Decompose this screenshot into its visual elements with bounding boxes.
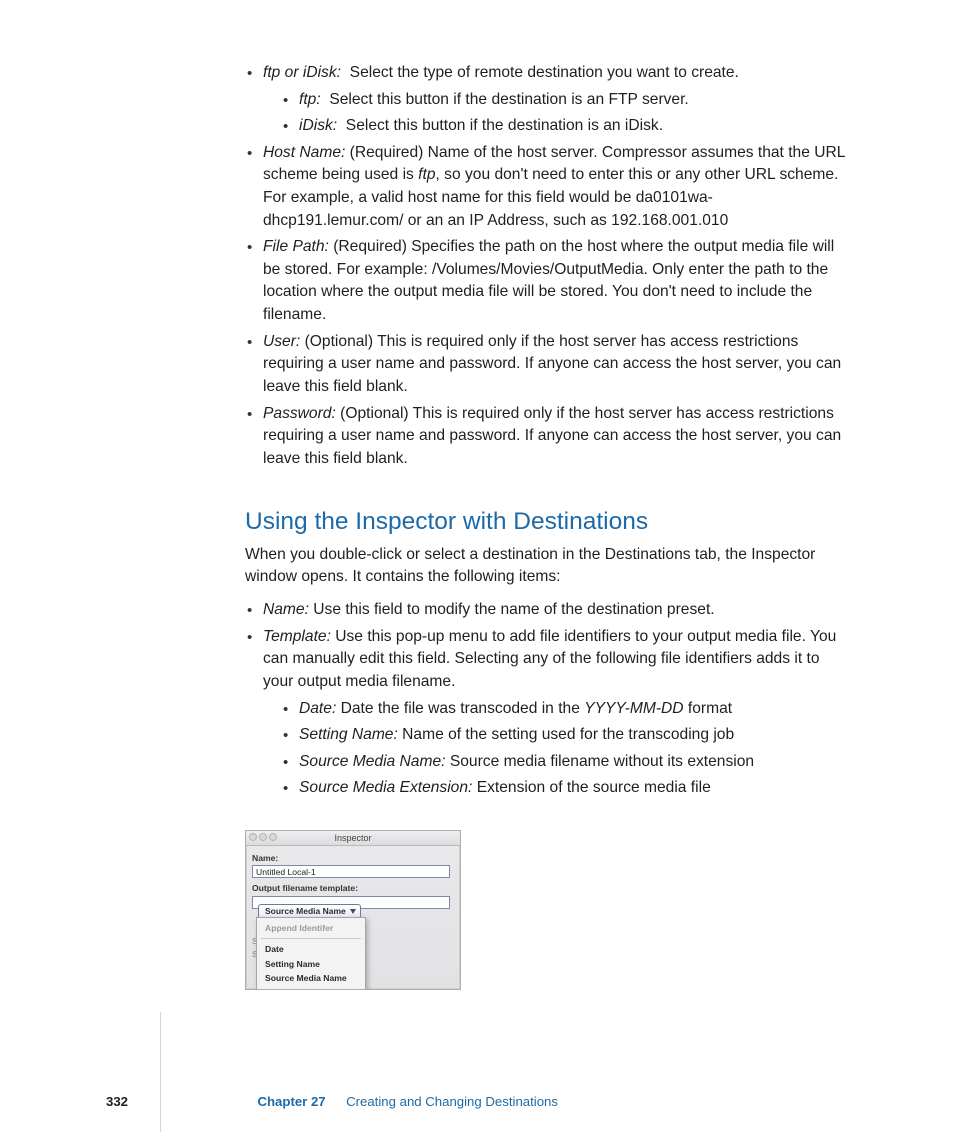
term: Source Media Name: xyxy=(299,753,445,770)
list-item: iDisk: Select this button if the destina… xyxy=(281,115,849,138)
term: ftp: xyxy=(299,91,321,108)
section-heading: Using the Inspector with Destinations xyxy=(245,504,849,540)
term: ftp or iDisk: xyxy=(263,64,341,81)
close-icon[interactable] xyxy=(249,833,257,841)
list-item: File Path: (Required) Specifies the path… xyxy=(245,236,849,326)
list-item: Host Name: (Required) Name of the host s… xyxy=(245,142,849,232)
window-title: Inspector xyxy=(334,833,371,843)
term: Name: xyxy=(263,601,309,618)
list-item: Password: (Optional) This is required on… xyxy=(245,403,849,471)
menu-item-append: Append Identifer xyxy=(257,921,365,935)
body-text: (Optional) This is required only if the … xyxy=(263,405,841,467)
body-text: format xyxy=(684,700,733,717)
name-field[interactable]: Untitled Local-1 xyxy=(252,865,450,878)
body-text: Date the file was transcoded in the xyxy=(341,700,585,717)
body-text: Select this button if the destination is… xyxy=(346,117,663,134)
italic-inline: YYYY-MM-DD xyxy=(584,700,683,717)
inspector-titlebar: Inspector xyxy=(246,831,460,846)
list-item: Setting Name: Name of the setting used f… xyxy=(281,724,849,747)
list-item: Name: Use this field to modify the name … xyxy=(245,599,849,622)
body-text: (Required) Specifies the path on the hos… xyxy=(263,238,834,323)
body-text: Select the type of remote destination yo… xyxy=(350,64,739,81)
body-text: Source media filename without its extens… xyxy=(450,753,754,770)
menu-item-source-media-extension[interactable]: Source Media Extension xyxy=(257,986,365,990)
italic-inline: ftp xyxy=(418,166,435,183)
menu-item-source-media-name[interactable]: Source Media Name xyxy=(257,971,365,985)
footer-rule xyxy=(160,1012,161,1132)
template-label: Output filename template: xyxy=(252,882,454,894)
term: Host Name: xyxy=(263,144,345,161)
name-label: Name: xyxy=(252,852,454,864)
term: Password: xyxy=(263,405,336,422)
zoom-icon[interactable] xyxy=(269,833,277,841)
page-footer: 332 Chapter 27 Creating and Changing Des… xyxy=(106,1093,558,1111)
nested-list: Date: Date the file was transcoded in th… xyxy=(281,698,849,800)
term: File Path: xyxy=(263,238,329,255)
window-controls[interactable] xyxy=(249,833,277,841)
list-item: ftp or iDisk: Select the type of remote … xyxy=(245,62,849,138)
body-text: Name of the setting used for the transco… xyxy=(402,726,734,743)
menu-item-date[interactable]: Date xyxy=(257,942,365,956)
term: iDisk: xyxy=(299,117,337,134)
menu-separator xyxy=(261,938,361,939)
body-text: (Optional) This is required only if the … xyxy=(263,333,841,395)
term: Setting Name: xyxy=(299,726,398,743)
list-item: Date: Date the file was transcoded in th… xyxy=(281,698,849,721)
term: User: xyxy=(263,333,300,350)
nested-list: ftp: Select this button if the destinati… xyxy=(281,89,849,138)
intro-paragraph: When you double-click or select a destin… xyxy=(245,544,849,589)
list-item: Source Media Extension: Extension of the… xyxy=(281,777,849,800)
inspector-window: Inspector Name: Untitled Local-1 Output … xyxy=(245,830,461,990)
identifier-menu[interactable]: Append Identifer Date Setting Name Sourc… xyxy=(256,917,366,990)
list-item: User: (Optional) This is required only i… xyxy=(245,331,849,399)
chapter-number: Chapter 27 xyxy=(257,1094,325,1109)
page-number: 332 xyxy=(106,1094,128,1109)
term: Source Media Extension: xyxy=(299,779,472,796)
menu-item-setting-name[interactable]: Setting Name xyxy=(257,957,365,971)
body-text: Select this button if the destination is… xyxy=(329,91,688,108)
chapter-title: Creating and Changing Destinations xyxy=(346,1094,558,1109)
bullet-list-1: ftp or iDisk: Select the type of remote … xyxy=(245,62,849,470)
body-text: Extension of the source media file xyxy=(477,779,711,796)
list-item: ftp: Select this button if the destinati… xyxy=(281,89,849,112)
bullet-list-2: Name: Use this field to modify the name … xyxy=(245,599,849,800)
body-text: Use this field to modify the name of the… xyxy=(313,601,714,618)
term: Date: xyxy=(299,700,336,717)
list-item: Template: Use this pop-up menu to add fi… xyxy=(245,626,849,800)
list-item: Source Media Name: Source media filename… xyxy=(281,751,849,774)
main-content: ftp or iDisk: Select the type of remote … xyxy=(245,58,849,990)
minimize-icon[interactable] xyxy=(259,833,267,841)
term: Template: xyxy=(263,628,331,645)
body-text: Use this pop-up menu to add file identif… xyxy=(263,628,836,690)
